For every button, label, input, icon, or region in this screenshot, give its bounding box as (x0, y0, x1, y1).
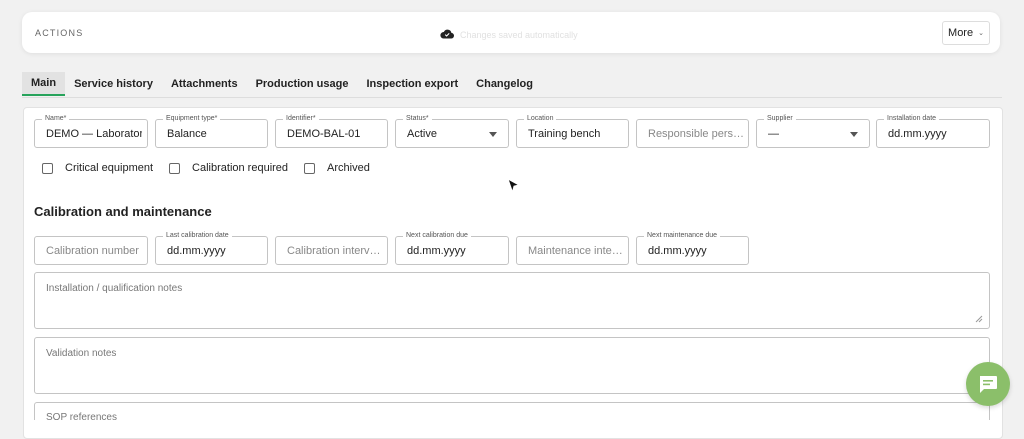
location-field[interactable]: Location Training bench (516, 114, 629, 148)
checkbox-box[interactable] (42, 162, 53, 174)
installation-date-value: dd.mm.yyyy (888, 128, 947, 140)
more-button[interactable]: More ⌄ (942, 21, 990, 45)
status-value: Active (407, 128, 437, 140)
installation-notes-placeholder: Installation / qualification notes (46, 283, 183, 294)
identifier-value: DEMO-BAL-01 (287, 128, 361, 140)
calibration-number-placeholder: Calibration number (46, 245, 139, 257)
critical-equipment-label: Critical equipment (65, 162, 154, 174)
archived-checkbox[interactable]: Archived (304, 162, 370, 174)
caret-down-icon (489, 132, 497, 137)
responsible-person-placeholder: Responsible person (648, 128, 744, 140)
validation-notes-placeholder: Validation notes (46, 348, 117, 359)
tab-main[interactable]: Main (22, 72, 66, 96)
save-status-text: Changes saved automatically (460, 30, 578, 40)
supplier-label: Supplier (764, 114, 796, 124)
name-field[interactable]: Name* DEMO — Laborator (34, 114, 148, 148)
resize-handle-icon[interactable] (975, 315, 983, 323)
supplier-value: — (768, 128, 779, 140)
calibration-interval-field[interactable]: Calibration interval... (275, 236, 388, 265)
location-value: Training bench (528, 128, 601, 140)
installation-date-field[interactable]: Installation date dd.mm.yyyy (876, 114, 990, 148)
critical-equipment-checkbox[interactable]: Critical equipment (42, 162, 153, 174)
maintenance-interval-placeholder: Maintenance interv... (528, 245, 624, 257)
installation-date-label: Installation date (884, 114, 940, 124)
actions-label: ACTIONS (35, 28, 84, 38)
next-maintenance-due-label: Next maintenance due (644, 231, 721, 241)
tab-changelog[interactable]: Changelog (467, 72, 542, 96)
supplier-select[interactable]: Supplier — (756, 114, 870, 148)
sop-references-textarea[interactable]: SOP references (34, 402, 990, 423)
equipment-type-field[interactable]: Equipment type* Balance (155, 114, 268, 148)
tab-service-history[interactable]: Service history (65, 72, 162, 96)
name-value: DEMO — Laborator (46, 128, 142, 140)
checkbox-row: Critical equipment Calibration required … (18, 162, 386, 174)
equipment-type-value: Balance (167, 128, 207, 140)
tab-inspection-export[interactable]: Inspection export (357, 72, 467, 96)
calibration-required-label: Calibration required (192, 162, 289, 174)
equipment-type-label: Equipment type* (163, 114, 221, 124)
last-calibration-date-label: Last calibration date (163, 231, 232, 241)
identifier-label: Identifier* (283, 114, 319, 124)
last-calibration-date-field[interactable]: Last calibration date dd.mm.yyyy (155, 231, 268, 265)
tab-production-usage[interactable]: Production usage (247, 72, 358, 96)
checkbox-box[interactable] (169, 162, 181, 174)
name-label: Name* (42, 114, 70, 124)
calibration-number-field[interactable]: Calibration number (34, 236, 148, 265)
chevron-down-icon: ⌄ (978, 30, 984, 37)
last-calibration-date-value: dd.mm.yyyy (167, 245, 226, 257)
checkbox-box[interactable] (304, 162, 316, 174)
more-label: More (948, 27, 974, 39)
cloud-icon (440, 26, 455, 44)
tab-bar: Main Service history Attachments Product… (22, 72, 1002, 98)
calibration-required-checkbox[interactable]: Calibration required (169, 162, 288, 174)
responsible-person-field[interactable]: Responsible person (636, 119, 749, 148)
calibration-interval-placeholder: Calibration interval... (287, 245, 383, 257)
actions-bar: ACTIONS Changes saved automatically More… (22, 12, 1000, 53)
status-label: Status* (403, 114, 432, 124)
maintenance-interval-field[interactable]: Maintenance interv... (516, 236, 629, 265)
section-title-calibration: Calibration and maintenance (34, 204, 212, 219)
tab-attachments[interactable]: Attachments (162, 72, 247, 96)
installation-notes-textarea[interactable]: Installation / qualification notes (34, 272, 990, 329)
validation-notes-textarea[interactable]: Validation notes (34, 337, 990, 394)
mouse-cursor-icon (507, 177, 521, 199)
archived-label: Archived (327, 162, 370, 174)
chat-button[interactable] (966, 362, 1010, 406)
caret-down-icon (850, 132, 858, 137)
next-calibration-due-field[interactable]: Next calibration due dd.mm.yyyy (395, 231, 509, 265)
next-maintenance-due-field[interactable]: Next maintenance due dd.mm.yyyy (636, 231, 749, 265)
save-status: Changes saved automatically (440, 26, 578, 44)
identifier-field[interactable]: Identifier* DEMO-BAL-01 (275, 114, 388, 148)
status-select[interactable]: Status* Active (395, 114, 509, 148)
next-maintenance-due-value: dd.mm.yyyy (648, 245, 707, 257)
chat-icon (980, 375, 997, 393)
next-calibration-due-value: dd.mm.yyyy (407, 245, 466, 257)
next-calibration-due-label: Next calibration due (403, 231, 471, 241)
sop-references-placeholder: SOP references (46, 412, 117, 423)
location-label: Location (524, 114, 557, 124)
